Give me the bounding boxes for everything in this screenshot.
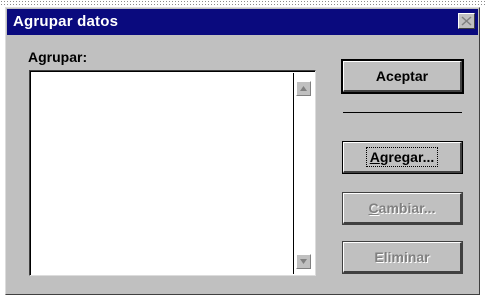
change-button[interactable]: Cambiar...	[342, 192, 463, 225]
group-listbox[interactable]	[29, 70, 316, 276]
change-button-label: Cambiar...	[369, 200, 436, 216]
delete-button-label: Eliminar	[374, 249, 430, 265]
scroll-down-button[interactable]	[296, 254, 311, 269]
arrow-down-icon	[300, 259, 307, 264]
close-icon	[461, 16, 472, 26]
close-button[interactable]	[458, 13, 475, 29]
delete-button[interactable]: Eliminar	[342, 241, 463, 274]
button-separator	[343, 112, 462, 113]
add-button[interactable]: Agregar...	[342, 141, 463, 174]
accept-button[interactable]: Aceptar	[341, 59, 464, 94]
group-label: Agrupar:	[28, 49, 88, 65]
add-button-mnemonic: A	[369, 149, 380, 165]
vertical-scrollbar[interactable]	[293, 73, 314, 274]
add-button-focus: Agregar...	[365, 147, 439, 167]
desktop-dotted-edge	[0, 0, 485, 6]
arrow-up-icon	[300, 86, 307, 91]
add-button-label-rest: gregar...	[379, 149, 435, 165]
scroll-up-button[interactable]	[296, 81, 311, 96]
title-bar[interactable]: Agrupar datos	[7, 9, 478, 35]
change-button-mnemonic: C	[368, 200, 379, 216]
accept-button-label: Aceptar	[375, 68, 429, 84]
change-button-label-rest: ambiar...	[378, 200, 436, 216]
window-title: Agrupar datos	[13, 13, 119, 30]
group-list-content[interactable]	[32, 73, 294, 274]
